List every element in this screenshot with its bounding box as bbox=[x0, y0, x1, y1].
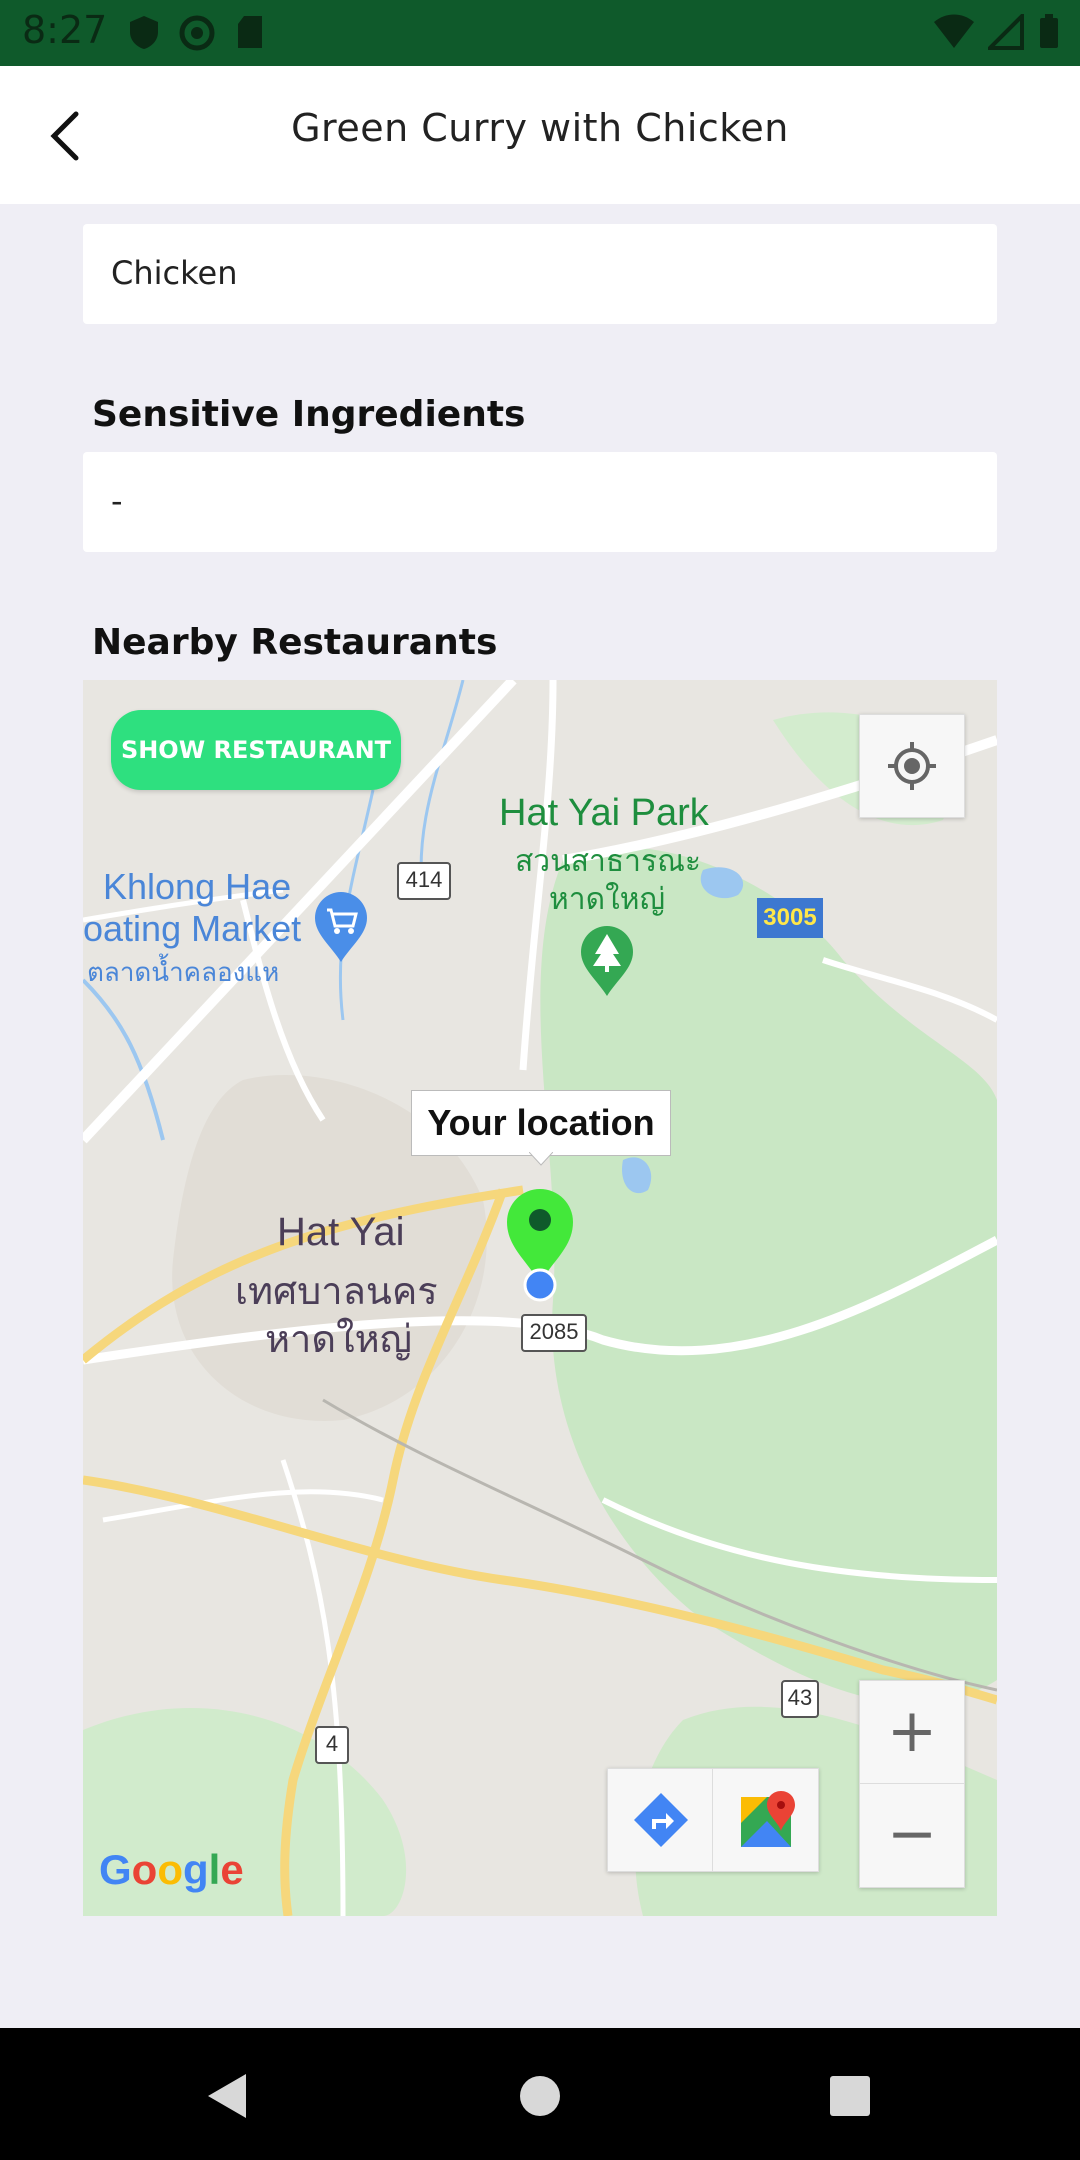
current-position-dot bbox=[523, 1268, 557, 1302]
map-label-market1: Khlong Hae bbox=[103, 866, 292, 907]
zoom-controls: + − bbox=[859, 1680, 965, 1888]
battery-icon bbox=[1040, 14, 1058, 48]
nav-recents-icon[interactable] bbox=[830, 2076, 870, 2116]
app-bar: Green Curry with Chicken bbox=[0, 66, 1080, 204]
show-restaurant-button[interactable]: SHOW RESTAURANT bbox=[111, 710, 401, 790]
wifi-icon bbox=[934, 14, 974, 48]
sd-card-icon bbox=[238, 16, 262, 48]
nearby-restaurants-label: Nearby Restaurants bbox=[92, 622, 498, 663]
map-toolbar bbox=[607, 1768, 819, 1872]
map-label-park: Hat Yai Park bbox=[499, 792, 709, 834]
shield-icon bbox=[130, 16, 158, 49]
callout-pointer bbox=[529, 1152, 553, 1166]
my-location-button[interactable] bbox=[859, 714, 965, 818]
route-4-shield: 4 bbox=[315, 1726, 349, 1764]
sensitive-ingredients-value: - bbox=[111, 482, 123, 520]
sensitive-ingredients-label: Sensitive Ingredients bbox=[92, 394, 526, 435]
at-sign-icon bbox=[179, 15, 215, 51]
shopping-cart-pin-icon bbox=[315, 892, 367, 962]
page-title: Green Curry with Chicken bbox=[291, 106, 789, 150]
park-pin-icon bbox=[581, 926, 633, 996]
directions-button[interactable] bbox=[608, 1769, 713, 1871]
google-maps-icon bbox=[741, 1791, 795, 1847]
open-in-maps-button[interactable] bbox=[713, 1769, 817, 1871]
meat-value: Chicken bbox=[111, 254, 238, 292]
status-time: 8:27 bbox=[22, 8, 108, 52]
navigation-bar bbox=[0, 2028, 1080, 2160]
nav-back-icon[interactable] bbox=[204, 2072, 248, 2120]
map-label-city-th2: หาดใหญ่ bbox=[265, 1319, 413, 1361]
cell-signal-icon bbox=[988, 14, 1024, 50]
your-location-callout: Your location bbox=[411, 1090, 671, 1156]
nav-home-icon[interactable] bbox=[518, 2074, 562, 2118]
sensitive-ingredients-field: - bbox=[83, 452, 997, 552]
route-43-shield: 43 bbox=[781, 1680, 819, 1718]
google-logo: Google bbox=[99, 1846, 244, 1893]
meat-label-partial: Meat bbox=[92, 204, 194, 209]
zoom-out-button[interactable]: − bbox=[860, 1784, 964, 1886]
directions-icon bbox=[634, 1793, 688, 1847]
route-2085-shield: 2085 bbox=[521, 1314, 587, 1352]
status-bar: 8:27 bbox=[0, 0, 1080, 66]
detail-content[interactable]: Meat Chicken Sensitive Ingredients - Nea… bbox=[0, 204, 1080, 2028]
map-label-park-th2: หาดใหญ่ bbox=[549, 883, 666, 916]
map-label-market-th: ตลาดน้ำคลองแห bbox=[87, 957, 280, 987]
map-view[interactable]: Hat Yai Park สวนสาธารณะ หาดใหญ่ Khlong H… bbox=[83, 680, 997, 1916]
my-location-icon bbox=[888, 742, 936, 790]
zoom-in-button[interactable]: + bbox=[860, 1681, 964, 1784]
route-3005-shield: 3005 bbox=[757, 898, 823, 938]
map-label-city: Hat Yai bbox=[277, 1210, 405, 1254]
meat-field: Chicken bbox=[83, 224, 997, 324]
route-414-shield: 414 bbox=[397, 862, 451, 900]
map-label-market2: oating Market bbox=[83, 908, 302, 949]
